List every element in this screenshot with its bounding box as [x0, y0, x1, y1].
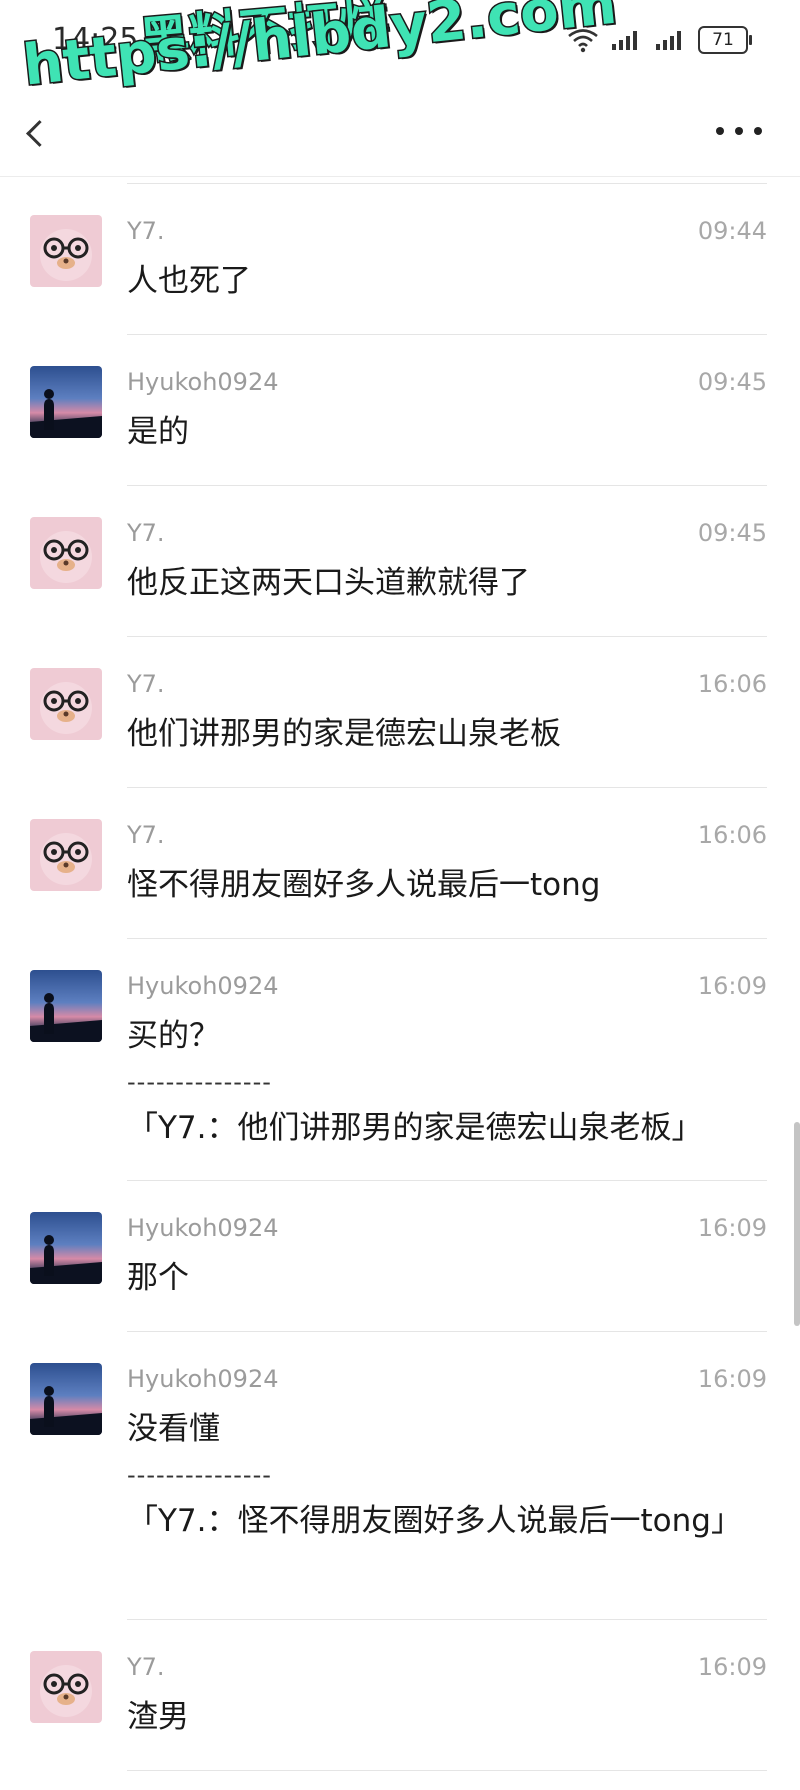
more-options-icon[interactable] [716, 116, 762, 146]
sender-name: Y7. [127, 670, 165, 698]
message-text: 那个 [127, 1260, 189, 1296]
quoted-message[interactable]: 「Y7.：他们讲那男的家是德宏山泉老板」 [127, 1106, 767, 1151]
sender-name: Y7. [127, 217, 165, 245]
scrollbar-thumb[interactable] [794, 1122, 800, 1326]
message-time: 16:09 [697, 1214, 767, 1242]
separator [127, 938, 767, 939]
message-item[interactable]: Y7. 16:09 渣男 [0, 1619, 800, 1770]
message-text: 渣男 [127, 1699, 189, 1735]
quote-divider: --------------- [127, 1068, 272, 1096]
message-time: 16:06 [697, 670, 767, 698]
separator [127, 787, 767, 788]
signal-icon [612, 31, 637, 50]
separator [127, 1770, 767, 1771]
message-item[interactable]: Y7. 16:06 他们讲那男的家是德宏山泉老板 [0, 636, 800, 787]
message-item[interactable]: Hyukoh0924 16:09 没看懂 --------------- 「Y7… [0, 1331, 800, 1619]
message-time: 09:45 [697, 368, 767, 396]
bear-avatar[interactable] [30, 819, 102, 891]
message-item-partial [0, 1770, 800, 1790]
sender-name: Y7. [127, 821, 165, 849]
bear-avatar[interactable] [30, 215, 102, 287]
message-item[interactable]: Hyukoh0924 16:09 买的？ --------------- 「Y7… [0, 938, 800, 1180]
message-item[interactable]: Y7. 09:44 人也死了 [0, 183, 800, 334]
separator [127, 1331, 767, 1332]
message-text: 他们讲那男的家是德宏山泉老板 [127, 716, 561, 752]
separator [127, 1180, 767, 1181]
separator [127, 334, 767, 335]
battery-indicator: 71 [698, 26, 752, 54]
sender-name: Hyukoh0924 [127, 368, 279, 396]
separator [127, 183, 767, 184]
separator [127, 636, 767, 637]
message-item[interactable]: Y7. 16:06 怪不得朋友圈好多人说最后一tong [0, 787, 800, 938]
message-item[interactable]: Hyukoh0924 16:09 那个 [0, 1180, 800, 1331]
quoted-message[interactable]: 「Y7.：怪不得朋友圈好多人说最后一tong」 [127, 1499, 742, 1544]
message-text: 没看懂 [127, 1411, 220, 1447]
message-text: 买的？ [127, 1018, 220, 1054]
message-time: 16:09 [697, 1653, 767, 1681]
separator [127, 485, 767, 486]
sender-name: Hyukoh0924 [127, 1214, 279, 1242]
sender-name: Y7. [127, 519, 165, 547]
message-time: 16:09 [697, 972, 767, 1000]
message-text: 是的 [127, 414, 189, 450]
status-time: 14:25 [52, 22, 139, 57]
message-text: 怪不得朋友圈好多人说最后一tong [127, 867, 601, 903]
message-text: 他反正这两天口头道歉就得了 [127, 565, 530, 601]
status-bar: 14:25 71 [0, 0, 800, 86]
message-item[interactable]: Hyukoh0924 09:45 是的 [0, 334, 800, 485]
message-time: 16:09 [697, 1365, 767, 1393]
wifi-icon [568, 29, 598, 53]
sender-name: Y7. [127, 1653, 165, 1681]
quote-divider: --------------- [127, 1461, 272, 1489]
back-arrow-icon[interactable] [26, 120, 53, 147]
bear-avatar[interactable] [30, 668, 102, 740]
message-time: 09:44 [697, 217, 767, 245]
sunset-avatar[interactable] [30, 1212, 102, 1284]
message-text: 人也死了 [127, 263, 251, 299]
bear-avatar[interactable] [30, 517, 102, 589]
signal-icon-2 [656, 31, 681, 50]
chat-toolbar [0, 86, 800, 177]
status-icons: 71 [566, 26, 752, 54]
separator [127, 1619, 767, 1620]
sender-name: Hyukoh0924 [127, 972, 279, 1000]
message-list: Y7. 09:44 人也死了 Hyukoh0924 09:45 是的 Y7. 0… [0, 183, 800, 1790]
sunset-avatar[interactable] [30, 1363, 102, 1435]
message-time: 16:06 [697, 821, 767, 849]
sunset-avatar[interactable] [30, 366, 102, 438]
message-time: 09:45 [697, 519, 767, 547]
message-item[interactable]: Y7. 09:45 他反正这两天口头道歉就得了 [0, 485, 800, 636]
bear-avatar[interactable] [30, 1651, 102, 1723]
sunset-avatar[interactable] [30, 970, 102, 1042]
sender-name: Hyukoh0924 [127, 1365, 279, 1393]
